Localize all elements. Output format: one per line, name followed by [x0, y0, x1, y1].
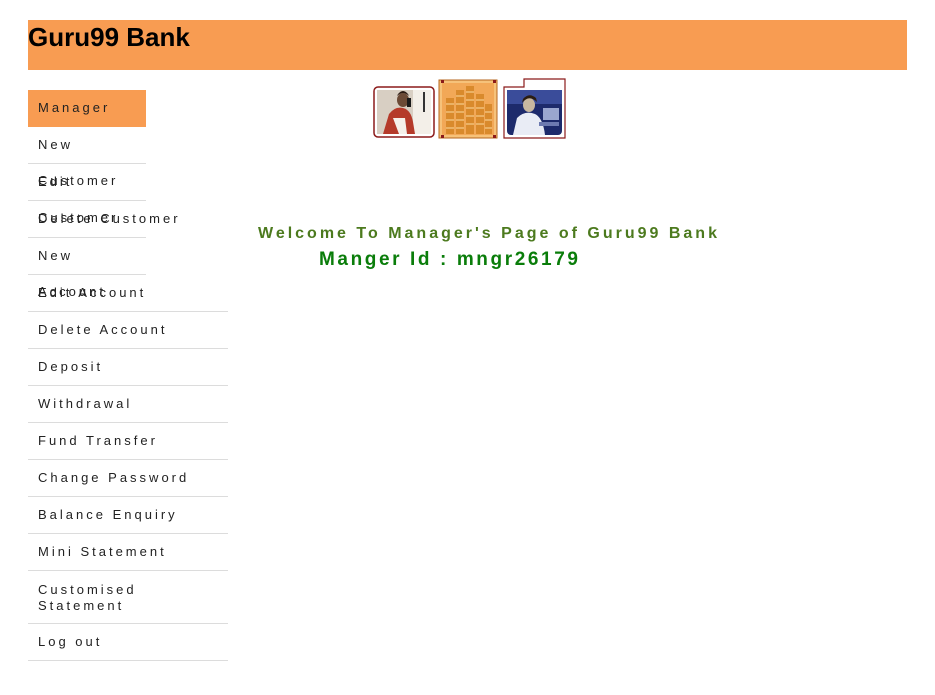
woman-at-computer-photo: [503, 78, 566, 139]
menu-item-manager[interactable]: Manager: [28, 90, 146, 127]
menu-item-delete-account[interactable]: Delete Account: [28, 312, 228, 349]
menu-item-mini-statement[interactable]: Mini Statement: [28, 534, 228, 571]
menu-item-new-account[interactable]: New Account: [28, 238, 146, 299]
menu-item-change-password[interactable]: Change Password: [28, 460, 228, 497]
menu-item-withdrawal[interactable]: Withdrawal: [28, 386, 228, 423]
manager-id-label: Manger Id : mngr26179: [319, 249, 581, 270]
banner-images: [373, 78, 566, 139]
manager-page: Guru99 Bank Manager New Customer Edit Cu…: [0, 0, 935, 695]
menu-item-customised-statement[interactable]: Customised Statement: [28, 571, 228, 624]
manager-menu: Manager New Customer Edit Customer Delet…: [28, 90, 228, 661]
menu-item-log-out[interactable]: Log out: [28, 624, 228, 661]
menu-item-fund-transfer[interactable]: Fund Transfer: [28, 423, 228, 460]
menu-item-deposit[interactable]: Deposit: [28, 349, 228, 386]
man-on-phone-photo: [373, 86, 435, 138]
menu-item-new-customer[interactable]: New Customer: [28, 127, 146, 188]
welcome-message: Welcome To Manager's Page of Guru99 Bank: [258, 225, 720, 242]
menu-item-edit-account[interactable]: Edit Account: [28, 275, 228, 312]
menu-item-edit-customer[interactable]: Edit Customer: [28, 164, 146, 225]
bank-title: Guru99 Bank: [28, 22, 190, 52]
menu-item-delete-customer[interactable]: Delete Customer: [28, 201, 178, 238]
site-header: Guru99 Bank: [28, 20, 907, 70]
coin-stacks-photo: [438, 79, 498, 139]
menu-item-balance-enquiry[interactable]: Balance Enquiry: [28, 497, 228, 534]
